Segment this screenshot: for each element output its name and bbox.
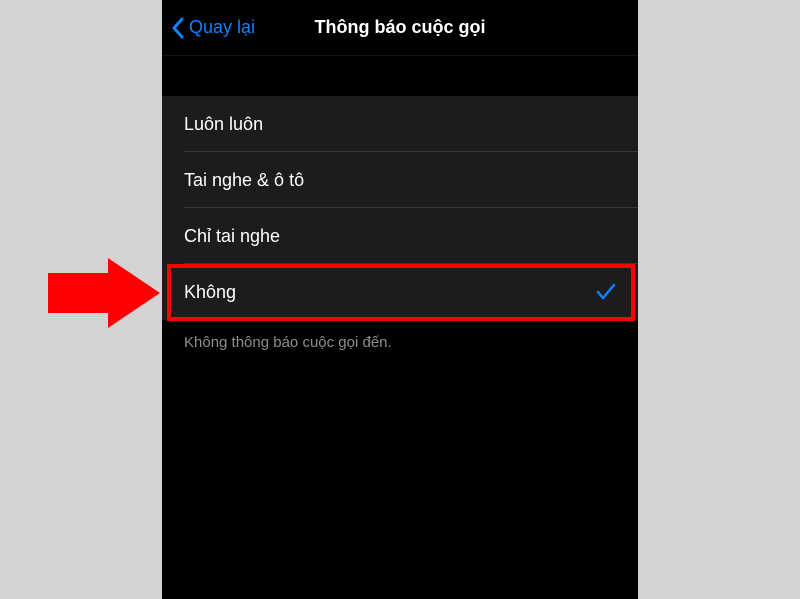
option-label: Tai nghe & ô tô: [184, 170, 304, 191]
nav-bar: Quay lại Thông báo cuộc gọi: [162, 0, 638, 56]
option-always[interactable]: Luôn luôn: [162, 96, 638, 152]
option-label: Chỉ tai nghe: [184, 226, 280, 247]
option-headphones-car[interactable]: Tai nghe & ô tô: [162, 152, 638, 208]
section-spacer: [162, 56, 638, 96]
option-headphones-only[interactable]: Chỉ tai nghe: [162, 208, 638, 264]
phone-screen: Quay lại Thông báo cuộc gọi Luôn luôn Ta…: [162, 0, 638, 599]
options-list: Luôn luôn Tai nghe & ô tô Chỉ tai nghe K…: [162, 96, 638, 320]
page-title: Thông báo cuộc gọi: [315, 17, 486, 38]
checkmark-icon: [596, 283, 616, 301]
back-label: Quay lại: [189, 17, 255, 38]
back-button[interactable]: Quay lại: [170, 17, 255, 39]
option-label: Luôn luôn: [184, 114, 263, 135]
chevron-left-icon: [170, 17, 185, 39]
annotation-arrow-icon: [48, 258, 160, 328]
footer-text: Không thông báo cuộc gọi đến.: [162, 320, 638, 351]
option-label: Không: [184, 282, 236, 303]
option-never[interactable]: Không: [162, 264, 638, 320]
